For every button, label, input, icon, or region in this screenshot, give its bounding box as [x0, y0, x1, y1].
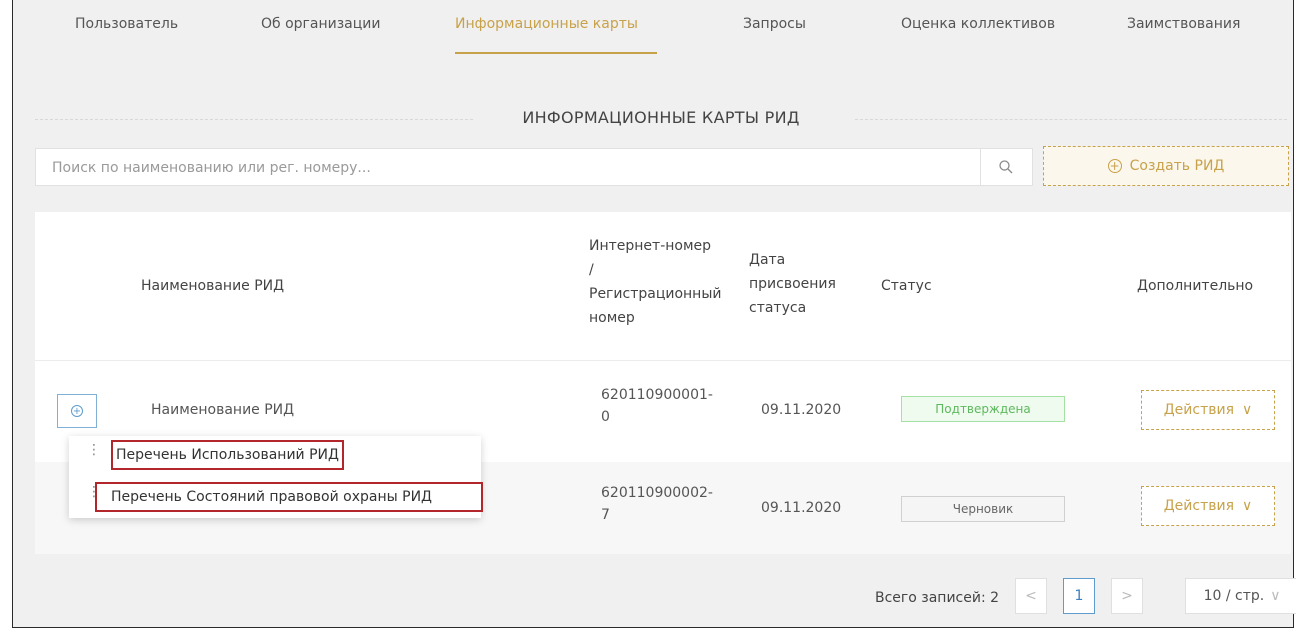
header-line: /	[589, 262, 594, 278]
header-line: Регистрационный	[589, 286, 722, 302]
section-header: ИНФОРМАЦИОННЫЕ КАРТЫ РИД	[35, 108, 1287, 132]
row-date: 09.11.2020	[761, 402, 842, 418]
search-box	[35, 148, 1033, 187]
header-line: статуса	[749, 300, 807, 316]
divider	[35, 360, 1291, 361]
status-badge: Подтверждена	[901, 396, 1065, 422]
header-line: номер	[589, 310, 635, 326]
number-line: 0	[601, 409, 610, 425]
column-header-status: Статус	[881, 278, 932, 294]
chevron-down-icon: ∨	[1242, 402, 1253, 418]
header-line: Интернет-номер	[589, 238, 712, 254]
row-context-menu: ⋮ Перечень Использований РИД ⋮ Перечень …	[69, 436, 483, 518]
row-name: Наименование РИД	[151, 402, 295, 418]
actions-dropdown-button[interactable]: Действия ∨	[1141, 486, 1275, 526]
active-tab-indicator	[455, 52, 657, 54]
next-page-button[interactable]: >	[1111, 578, 1143, 614]
chevron-down-icon: ∨	[1242, 498, 1253, 514]
page-size-select[interactable]: 10 / стр. ∨	[1185, 578, 1296, 614]
chevron-down-icon: ∨	[1270, 588, 1281, 604]
actions-label: Действия	[1163, 498, 1235, 514]
search-icon[interactable]	[998, 159, 1014, 175]
tab-organization[interactable]: Об организации	[261, 16, 381, 32]
number-line: 620110900001-	[601, 387, 713, 403]
tab-user[interactable]: Пользователь	[75, 16, 178, 32]
column-header-extra: Дополнительно	[1137, 278, 1254, 294]
status-badge: Черновик	[901, 496, 1065, 522]
drag-handle-icon: ⋮	[87, 442, 101, 458]
divider	[980, 149, 981, 185]
expand-row-button[interactable]: +	[57, 394, 97, 428]
prev-page-button[interactable]: <	[1015, 578, 1047, 614]
header-line: Дата	[749, 252, 786, 268]
plus-circle-icon: +	[71, 405, 83, 417]
menu-item-usage-list[interactable]: Перечень Использований РИД	[111, 440, 344, 470]
actions-dropdown-button[interactable]: Действия ∨	[1141, 390, 1275, 430]
actions-label: Действия	[1163, 402, 1235, 418]
tab-requests[interactable]: Запросы	[743, 16, 806, 32]
app-frame: Пользователь Об организации Информационн…	[12, 0, 1296, 628]
total-records: Всего записей: 2	[875, 590, 1000, 606]
number-line: 620110900002-	[601, 485, 713, 501]
tab-info-cards[interactable]: Информационные карты	[455, 16, 638, 32]
tab-team-evaluation[interactable]: Оценка коллективов	[901, 16, 1055, 32]
menu-item-legal-protection-list[interactable]: Перечень Состояний правовой охраны РИД	[95, 482, 483, 512]
number-line: 7	[601, 507, 610, 523]
row-number: 620110900001- 0	[601, 384, 713, 428]
page-title: ИНФОРМАЦИОННЫЕ КАРТЫ РИД	[522, 108, 800, 127]
tab-bar: Пользователь Об организации Информационн…	[13, 0, 1293, 90]
row-date: 09.11.2020	[761, 500, 842, 516]
tab-borrowings[interactable]: Заимствования	[1127, 16, 1240, 32]
column-header-date: Дата присвоения статуса	[749, 248, 836, 320]
plus-circle-icon: +	[1107, 159, 1122, 173]
row-number: 620110900002- 7	[601, 482, 713, 526]
search-input[interactable]	[50, 149, 954, 187]
create-rid-button[interactable]: + Создать РИД	[1043, 146, 1289, 186]
column-header-number: Интернет-номер / Регистрационный номер	[589, 234, 721, 330]
page-1-button[interactable]: 1	[1063, 578, 1095, 614]
create-rid-label: Создать РИД	[1129, 158, 1225, 174]
header-line: присвоения	[749, 276, 836, 292]
column-header-name: Наименование РИД	[141, 278, 285, 294]
page-size-value: 10 / стр.	[1203, 588, 1265, 604]
